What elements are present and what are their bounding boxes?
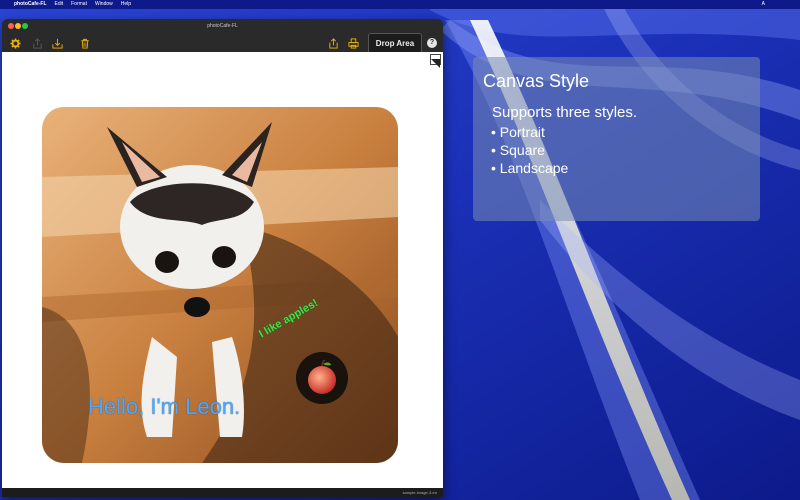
help-button[interactable]: ? xyxy=(427,38,437,48)
menu-format[interactable]: Format xyxy=(71,0,87,9)
gear-icon[interactable] xyxy=(9,37,21,49)
photo-caption[interactable]: Hello, I'm Leon. xyxy=(88,394,240,420)
app-window: photoCafe-FL Drop Area ? I like apples! … xyxy=(2,19,443,497)
apple-sticker[interactable] xyxy=(295,351,349,405)
menu-app-name[interactable]: photoCafe-FL xyxy=(14,0,47,9)
status-filename: sample-image-3-en xyxy=(402,490,437,495)
photo-canvas[interactable]: I like apples! Hello, I'm Leon. xyxy=(2,52,443,488)
style-item-landscape: Landscape xyxy=(491,159,569,177)
style-list: Portrait Square Landscape xyxy=(491,123,569,177)
panel-subtitle: Supports three styles. xyxy=(492,104,638,121)
trash-icon[interactable] xyxy=(79,37,91,49)
menu-help[interactable]: Help xyxy=(121,0,131,9)
menu-edit[interactable]: Edit xyxy=(55,0,64,9)
canvas-style-panel: Canvas Style Supports three styles. Port… xyxy=(473,57,760,221)
menu-bar: photoCafe-FL Edit Format Window Help A xyxy=(0,0,800,9)
share-icon[interactable] xyxy=(327,37,339,49)
print-icon[interactable] xyxy=(347,37,359,49)
menu-window[interactable]: Window xyxy=(95,0,113,9)
style-item-square: Square xyxy=(491,141,568,159)
input-source-icon[interactable]: A xyxy=(762,0,765,9)
export-icon[interactable] xyxy=(31,37,43,49)
panel-title: Canvas Style xyxy=(483,71,590,91)
canvas-corner-handle[interactable] xyxy=(430,54,441,68)
import-icon[interactable] xyxy=(51,37,63,49)
style-item-portrait: Portrait xyxy=(491,123,568,141)
title-bar: photoCafe-FL xyxy=(2,19,443,33)
status-bar: sample-image-3-en xyxy=(2,488,443,497)
menu-status-area: A xyxy=(744,0,792,9)
window-title: photoCafe-FL xyxy=(207,23,238,29)
